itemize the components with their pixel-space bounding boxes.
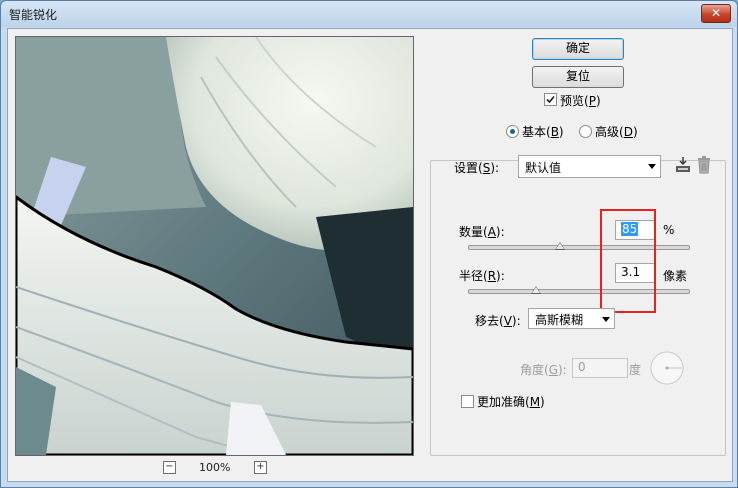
delete-settings-button[interactable] bbox=[696, 156, 712, 174]
checkmark-icon bbox=[546, 95, 555, 104]
angle-dial bbox=[649, 350, 685, 386]
angle-input: 0 bbox=[572, 358, 628, 378]
more-accurate-checkbox[interactable] bbox=[461, 395, 474, 408]
basic-mode-label: 基本(B) bbox=[522, 125, 564, 139]
remove-dropdown[interactable]: 高斯模糊 bbox=[528, 308, 615, 329]
window-title: 智能锐化 bbox=[9, 8, 58, 22]
amount-slider-thumb[interactable] bbox=[555, 242, 566, 250]
radius-unit: 像素 bbox=[663, 269, 688, 283]
preview-label: 预览(P) bbox=[560, 94, 601, 108]
chevron-down-icon bbox=[648, 164, 656, 169]
zoom-controls: − 100% + bbox=[163, 461, 273, 475]
zoom-out-button[interactable]: − bbox=[163, 461, 176, 474]
chevron-down-icon bbox=[602, 317, 610, 322]
trash-icon bbox=[698, 156, 710, 174]
zoom-in-button[interactable]: + bbox=[254, 461, 267, 474]
title-bar[interactable]: 智能锐化 ✕ bbox=[1, 1, 737, 27]
radius-slider-thumb[interactable] bbox=[531, 286, 542, 294]
zoom-level: 100% bbox=[199, 461, 231, 474]
angle-label: 角度(G): bbox=[520, 363, 567, 377]
save-icon bbox=[676, 157, 690, 172]
basic-mode-radio[interactable] bbox=[506, 125, 519, 138]
angle-dial-icon bbox=[650, 351, 684, 385]
ok-button[interactable]: 确定 bbox=[532, 38, 624, 60]
radius-slider-track[interactable] bbox=[468, 289, 690, 294]
remove-label: 移去(V): bbox=[475, 314, 521, 328]
reset-button[interactable]: 复位 bbox=[532, 66, 624, 88]
dialog-body: − 100% + 确定 复位 预览(P) 基本(B) 高级(D) 设置(S): … bbox=[7, 28, 733, 482]
advanced-mode-radio[interactable] bbox=[579, 125, 592, 138]
amount-label: 数量(A): bbox=[459, 225, 505, 239]
preview-checkbox[interactable] bbox=[544, 93, 557, 106]
amount-slider-track[interactable] bbox=[468, 245, 690, 250]
remove-value: 高斯模糊 bbox=[535, 313, 584, 327]
advanced-mode-label: 高级(D) bbox=[595, 125, 638, 139]
settings-label: 设置(S): bbox=[454, 161, 500, 175]
more-accurate-label: 更加准确(M) bbox=[477, 395, 545, 409]
angle-value: 0 bbox=[578, 360, 586, 374]
highlight-box bbox=[600, 209, 656, 313]
amount-unit: % bbox=[663, 223, 675, 237]
settings-dropdown[interactable]: 默认值 bbox=[518, 155, 661, 178]
save-settings-button[interactable] bbox=[674, 156, 692, 174]
preview-picture bbox=[16, 37, 413, 455]
angle-unit: 度 bbox=[629, 363, 642, 377]
close-button[interactable]: ✕ bbox=[701, 4, 731, 23]
smart-sharpen-dialog: 智能锐化 ✕ − 100% + 确定 复位 预览(P) 基本(B) 高级(D) … bbox=[0, 0, 738, 488]
radius-label: 半径(R): bbox=[459, 269, 505, 283]
preview-image[interactable] bbox=[15, 36, 414, 456]
close-icon: ✕ bbox=[710, 6, 722, 20]
settings-value: 默认值 bbox=[525, 161, 562, 175]
